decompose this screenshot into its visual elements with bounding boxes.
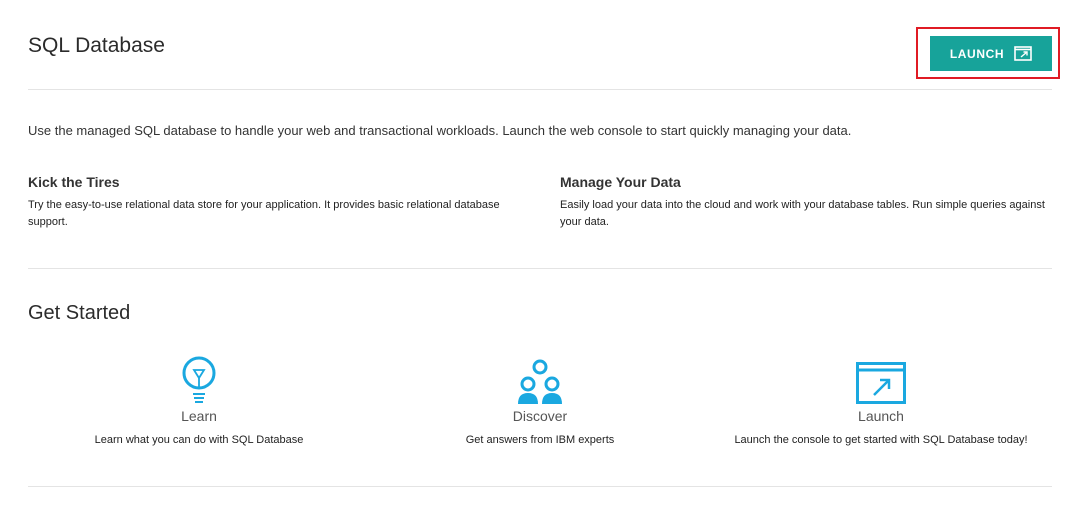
card-description: Launch the console to get started with S…	[734, 434, 1028, 446]
feature-description: Try the easy-to-use relational data stor…	[28, 199, 500, 228]
card-title: Launch	[858, 408, 904, 424]
lightbulb-icon	[39, 356, 359, 404]
features-divider	[28, 268, 1052, 269]
feature-title: Manage Your Data	[560, 174, 681, 190]
card-description: Learn what you can do with SQL Database	[94, 434, 304, 446]
page-title: SQL Database	[28, 34, 165, 57]
get-started-title: Get Started	[28, 302, 131, 324]
external-window-icon	[1014, 46, 1032, 61]
card-launch[interactable]: Launch Launch the console to get started…	[721, 356, 1041, 446]
card-learn[interactable]: Learn Learn what you can do with SQL Dat…	[39, 356, 359, 446]
launch-window-icon	[721, 356, 1041, 404]
bottom-divider	[28, 486, 1052, 487]
card-description: Get answers from IBM experts	[465, 434, 615, 446]
feature-title: Kick the Tires	[28, 174, 120, 190]
header-divider	[28, 89, 1052, 90]
launch-button[interactable]: LAUNCH	[930, 36, 1052, 71]
feature-description: Easily load your data into the cloud and…	[560, 199, 1045, 228]
feature-manage-your-data: Manage Your Data Easily load your data i…	[560, 174, 1055, 231]
launch-button-label: LAUNCH	[949, 46, 1005, 61]
card-title: Discover	[512, 408, 568, 424]
intro-text: Use the managed SQL database to handle y…	[28, 123, 852, 138]
card-discover[interactable]: Discover Get answers from IBM experts	[380, 356, 700, 446]
people-icon	[380, 356, 700, 404]
feature-kick-the-tires: Kick the Tires Try the easy-to-use relat…	[28, 174, 523, 231]
card-title: Learn	[181, 408, 217, 424]
